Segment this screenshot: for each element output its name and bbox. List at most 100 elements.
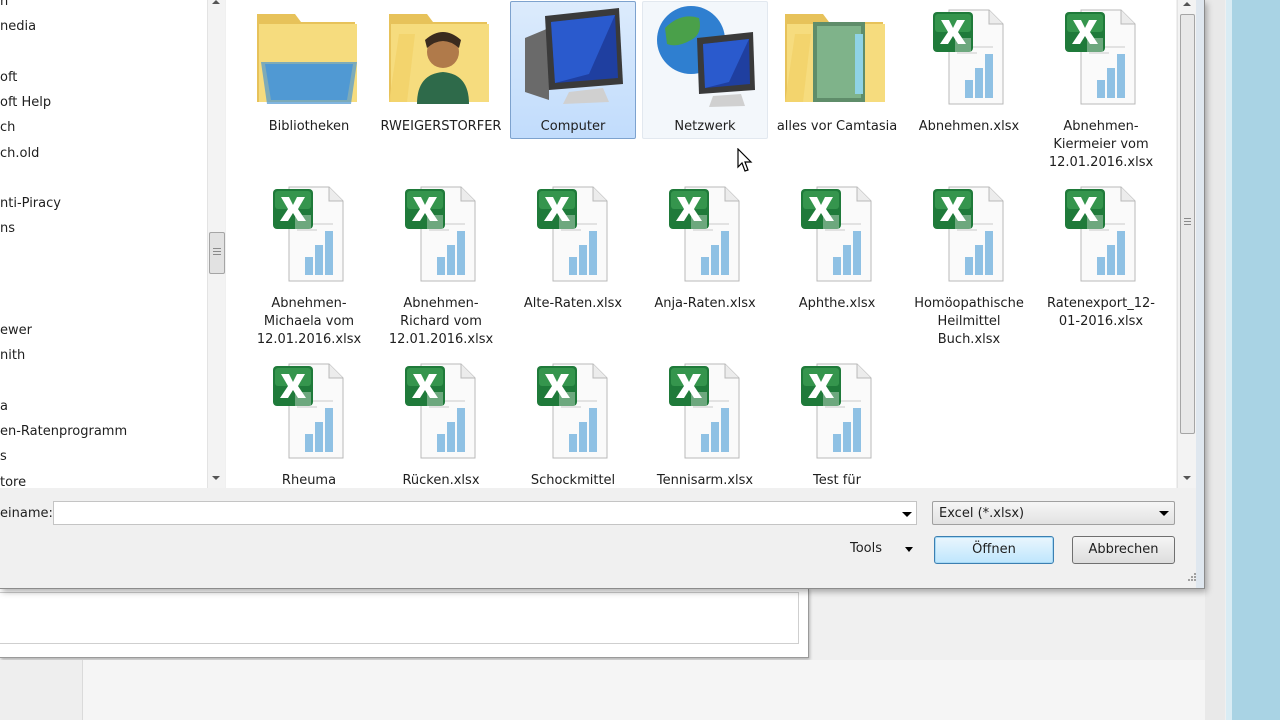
- file-item-label: Abnehmen.xlsx: [918, 119, 1020, 134]
- file-item[interactable]: Abnehmen.xlsx: [906, 1, 1032, 139]
- excel-file-icon: [801, 362, 873, 462]
- grip-line: [1184, 221, 1191, 222]
- file-type-filter-select[interactable]: Excel (*.xlsx): [932, 501, 1175, 525]
- file-item[interactable]: Bibliotheken: [246, 1, 372, 139]
- computer-icon: [519, 4, 627, 104]
- file-item[interactable]: Schockmittel: [510, 355, 636, 488]
- filename-history-dropdown-icon[interactable]: [902, 512, 912, 517]
- nav-item[interactable]: ch.old: [0, 146, 39, 161]
- nav-item[interactable]: ch: [0, 120, 15, 135]
- scroll-down-arrow-icon[interactable]: [1183, 476, 1191, 480]
- file-item[interactable]: Abnehmen-Richard vom 12.01.2016.xlsx: [378, 178, 504, 347]
- grip-line: [1184, 218, 1191, 219]
- file-item[interactable]: Rücken.xlsx: [378, 355, 504, 488]
- excel-file-icon: [669, 185, 741, 285]
- file-list-pane[interactable]: Bibliotheken RWEIGERSTORFER Computer Netzwe…: [226, 0, 1176, 488]
- excel-file-icon: [405, 185, 477, 285]
- file-item-label: Rücken.xlsx: [402, 473, 480, 488]
- file-item[interactable]: Alte-Raten.xlsx: [510, 178, 636, 316]
- navigation-scroll-thumb[interactable]: [209, 232, 225, 274]
- excel-file-icon: [405, 362, 477, 462]
- file-item-label: alles vor Camtasia: [776, 119, 898, 134]
- nav-item[interactable]: nedia: [0, 19, 36, 34]
- file-list-scroll-thumb[interactable]: [1180, 14, 1195, 434]
- file-item-label: Anja-Raten.xlsx: [654, 296, 756, 311]
- mouse-pointer-icon: [737, 148, 753, 172]
- file-open-dialog: n nedia oft oft Help ch ch.old nti-Pirac…: [0, 0, 1205, 589]
- file-item[interactable]: Computer: [510, 1, 636, 139]
- background-window-edge: [1205, 0, 1225, 720]
- nav-item[interactable]: nti-Piracy: [0, 196, 61, 211]
- file-item-label: Homöopathische Heilmittel Buch.xlsx: [914, 296, 1024, 347]
- file-list-scrollbar[interactable]: [1177, 0, 1196, 488]
- file-item-label: Test für: [813, 473, 861, 488]
- navigation-scrollbar[interactable]: [207, 0, 225, 488]
- tools-menu-button[interactable]: Tools: [850, 541, 882, 556]
- nav-item[interactable]: oft: [0, 70, 17, 85]
- file-type-filter-value: Excel (*.xlsx): [939, 506, 1025, 521]
- file-item[interactable]: Homöopathische Heilmittel Buch.xlsx: [906, 178, 1032, 347]
- excel-file-icon: [933, 185, 1005, 285]
- grip-line: [1184, 224, 1191, 225]
- user-folder-icon: [387, 4, 495, 104]
- filename-label: einame:: [0, 506, 53, 521]
- folder-icon: [783, 4, 891, 104]
- file-item-label: RWEIGERSTORFER: [380, 119, 502, 134]
- excel-file-icon: [273, 185, 345, 285]
- open-button[interactable]: Öffnen: [934, 536, 1054, 564]
- file-item[interactable]: Abnehmen-Michaela vom 12.01.2016.xlsx: [246, 178, 372, 347]
- file-item-label: Abnehmen-Michaela vom 12.01.2016.xlsx: [256, 296, 362, 347]
- navigation-pane[interactable]: n nedia oft oft Help ch ch.old nti-Pirac…: [0, 0, 207, 488]
- filename-input[interactable]: [53, 501, 917, 525]
- file-item-label: Tennisarm.xlsx: [656, 473, 754, 488]
- nav-item[interactable]: oft Help: [0, 95, 51, 110]
- grip-line: [213, 248, 221, 249]
- background-dialog-inner: [0, 592, 799, 644]
- file-item[interactable]: Abnehmen-Kiermeier vom 12.01.2016.xlsx: [1038, 1, 1164, 170]
- excel-file-icon: [1065, 8, 1137, 108]
- nav-item[interactable]: en-Ratenprogramm: [0, 424, 127, 439]
- file-item-label: Rheuma: [281, 473, 337, 488]
- file-item[interactable]: Aphthe.xlsx: [774, 178, 900, 316]
- nav-item[interactable]: a: [0, 399, 8, 414]
- file-item[interactable]: Ratenexport_12-01-2016.xlsx: [1038, 178, 1164, 329]
- nav-item[interactable]: s: [0, 449, 7, 464]
- file-item[interactable]: alles vor Camtasia: [774, 1, 900, 139]
- file-item-label: Computer: [540, 119, 606, 134]
- nav-item[interactable]: nith: [0, 348, 25, 363]
- scroll-down-arrow-icon[interactable]: [212, 476, 220, 480]
- file-item-label: Abnehmen-Richard vom 12.01.2016.xlsx: [388, 296, 494, 347]
- file-item[interactable]: Netzwerk: [642, 1, 768, 139]
- nav-item[interactable]: ns: [0, 221, 15, 236]
- file-item-label: Netzwerk: [674, 119, 736, 134]
- file-item-label: Bibliotheken: [268, 119, 350, 134]
- nav-item[interactable]: n: [0, 0, 8, 9]
- file-item[interactable]: Anja-Raten.xlsx: [642, 178, 768, 316]
- file-item[interactable]: Tennisarm.xlsx: [642, 355, 768, 488]
- resize-grip-icon[interactable]: [1187, 572, 1197, 582]
- scroll-up-arrow-icon[interactable]: [1183, 2, 1191, 6]
- libraries-folder-icon: [255, 4, 363, 104]
- dialog-frame: [1196, 0, 1204, 588]
- nav-item[interactable]: tore: [0, 475, 26, 488]
- scroll-up-arrow-icon[interactable]: [212, 0, 220, 4]
- file-item-label: Ratenexport_12-01-2016.xlsx: [1047, 296, 1155, 329]
- background-window-strip: [1226, 0, 1280, 720]
- file-item[interactable]: RWEIGERSTORFER: [378, 1, 504, 139]
- background-window-edge-left: [0, 660, 83, 720]
- file-item[interactable]: Test für: [774, 355, 900, 488]
- chevron-down-icon: [1159, 511, 1169, 516]
- nav-item[interactable]: ewer: [0, 323, 32, 338]
- file-item-label: Alte-Raten.xlsx: [523, 296, 623, 311]
- excel-file-icon: [801, 185, 873, 285]
- excel-file-icon: [273, 362, 345, 462]
- excel-file-icon: [537, 185, 609, 285]
- tools-dropdown-icon[interactable]: [905, 547, 913, 552]
- file-item-label: Schockmittel: [530, 473, 616, 488]
- file-item[interactable]: Rheuma: [246, 355, 372, 488]
- cancel-button[interactable]: Abbrechen: [1072, 536, 1175, 564]
- excel-file-icon: [669, 362, 741, 462]
- grip-line: [213, 251, 221, 252]
- file-item-label: Aphthe.xlsx: [798, 296, 876, 311]
- excel-file-icon: [1065, 185, 1137, 285]
